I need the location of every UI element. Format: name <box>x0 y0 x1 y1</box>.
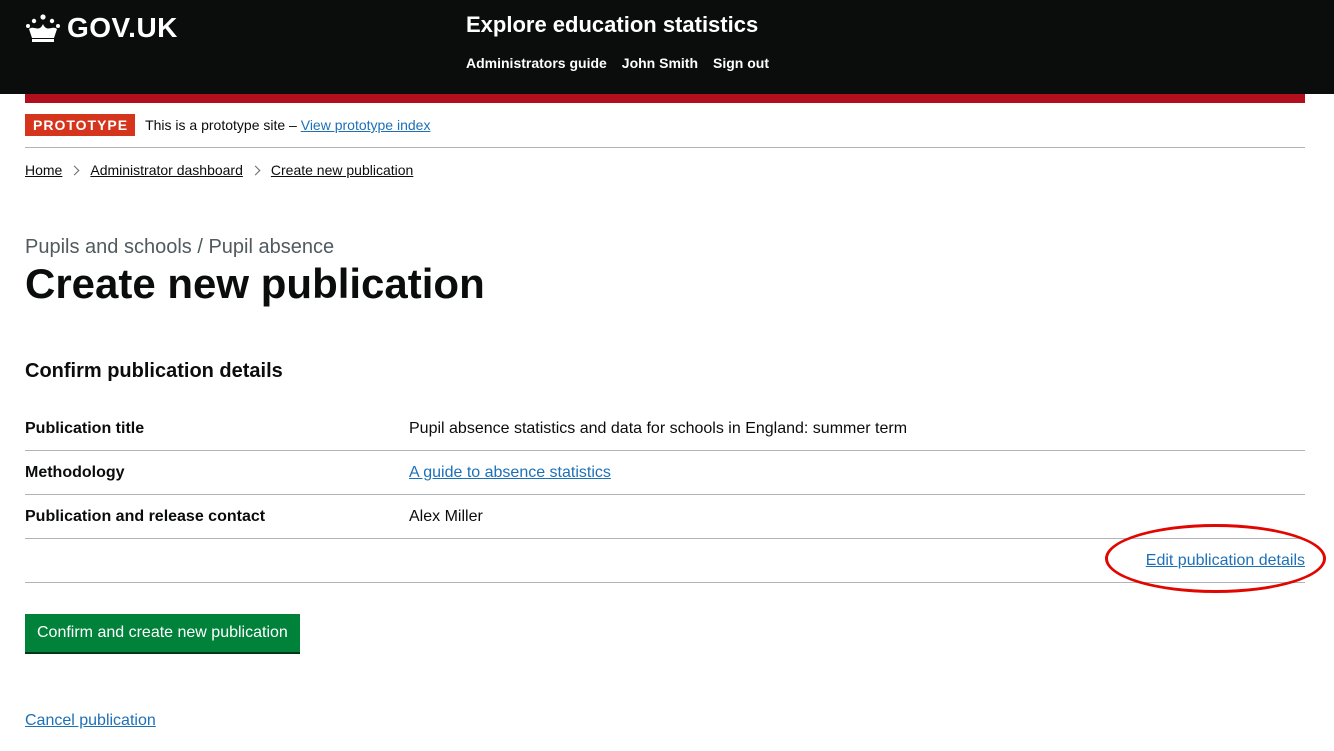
summary-key: Methodology <box>25 463 125 481</box>
methodology-link[interactable]: A guide to absence statistics <box>409 464 611 481</box>
breadcrumb: Home Administrator dashboard Create new … <box>25 162 413 178</box>
summary-value: Pupil absence statistics and data for sc… <box>409 419 908 437</box>
prototype-index-link[interactable]: View prototype index <box>301 117 431 133</box>
summary-row: Publication title Pupil absence statisti… <box>25 407 1305 451</box>
page-caption: Pupils and schools / Pupil absence <box>25 236 335 258</box>
phase-message: This is a prototype site – <box>145 117 297 133</box>
phase-banner: PROTOTYPE This is a prototype site – Vie… <box>25 114 430 136</box>
section-heading: Confirm publication details <box>25 360 283 382</box>
cancel-publication-link[interactable]: Cancel publication <box>25 712 156 730</box>
phase-text: This is a prototype site – View prototyp… <box>145 117 430 133</box>
logo-text: GOV.UK <box>67 12 178 43</box>
nav-user-name[interactable]: John Smith <box>622 55 698 71</box>
breadcrumb-home[interactable]: Home <box>25 162 62 178</box>
chevron-right-icon <box>250 165 261 175</box>
summary-row: Publication and release contact Alex Mil… <box>25 495 1305 539</box>
header-accent-bar <box>25 94 1305 103</box>
summary-key: Publication title <box>25 419 145 437</box>
divider <box>25 147 1305 148</box>
annotation-circle <box>1105 524 1326 593</box>
header-nav: Administrators guide John Smith Sign out <box>466 55 769 71</box>
site-header: GOV.UK Explore education statistics Admi… <box>0 0 1334 94</box>
summary-value: Alex Miller <box>409 507 483 525</box>
confirm-create-button[interactable]: Confirm and create new publication <box>25 614 300 652</box>
page-title: Create new publication <box>25 260 485 307</box>
nav-sign-out[interactable]: Sign out <box>713 55 769 71</box>
summary-row: Methodology A guide to absence statistic… <box>25 451 1305 495</box>
service-name[interactable]: Explore education statistics <box>466 12 758 38</box>
breadcrumb-current[interactable]: Create new publication <box>271 162 413 178</box>
breadcrumb-admin-dashboard[interactable]: Administrator dashboard <box>90 162 243 178</box>
crown-icon <box>26 14 60 42</box>
chevron-right-icon <box>69 165 80 175</box>
summary-key: Publication and release contact <box>25 507 266 525</box>
nav-administrators-guide[interactable]: Administrators guide <box>466 55 607 71</box>
govuk-logo[interactable]: GOV.UK <box>25 12 178 44</box>
phase-tag: PROTOTYPE <box>25 114 136 136</box>
